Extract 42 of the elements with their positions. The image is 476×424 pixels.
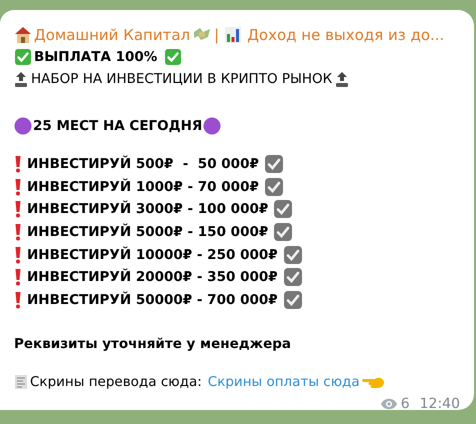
check-mark-icon bbox=[264, 176, 284, 197]
pointing-hand-icon bbox=[362, 375, 386, 390]
exclamation-icon bbox=[14, 155, 22, 174]
receipt-icon bbox=[14, 374, 28, 390]
payout-text: ВЫПЛАТА 100% bbox=[34, 48, 158, 67]
offer-text: ИНВЕСТИРУЙ 5000₽ - 150 000₽ bbox=[27, 222, 268, 242]
offer-text: ИНВЕСТИРУЙ 10000₽ - 250 000₽ bbox=[27, 246, 278, 265]
check-mark-icon bbox=[273, 199, 294, 220]
offer-text: ИНВЕСТИРУЙ 20000₽ - 350 000₽ bbox=[27, 268, 278, 288]
message-time: 12:40 bbox=[420, 395, 460, 414]
exclamation-icon bbox=[14, 268, 22, 286]
channel-name: Домашний Капитал bbox=[34, 25, 190, 46]
exclamation-icon bbox=[14, 178, 22, 196]
offer-text: ИНВЕСТИРУЙ 500₽ - 50 000₽ bbox=[27, 154, 259, 174]
check-mark-icon bbox=[282, 290, 303, 310]
circle-icon bbox=[14, 117, 32, 135]
check-mark-icon bbox=[14, 48, 32, 66]
check-mark-icon bbox=[273, 222, 294, 242]
screens-link[interactable]: Скрины оплаты сюда bbox=[208, 371, 360, 394]
recruit-text: НАБОР НА ИНВЕСТИЦИИ В КРИПТО РЫНОК bbox=[31, 70, 332, 89]
places-text: 25 МЕСТ НА СЕГОДНЯ bbox=[33, 117, 202, 136]
check-mark-icon bbox=[282, 267, 303, 288]
house-icon bbox=[14, 26, 32, 44]
title-separator: | bbox=[214, 25, 220, 46]
exclamation-icon bbox=[14, 223, 22, 242]
check-mark-icon bbox=[264, 154, 284, 174]
offer-text: ИНВЕСТИРУЙ 50000₽ - 700 000₽ bbox=[27, 290, 278, 310]
up-arrow-icon bbox=[14, 70, 28, 88]
screens-label: Скрины перевода сюда: bbox=[30, 373, 202, 392]
view-count: 6 bbox=[400, 395, 410, 414]
exclamation-icon bbox=[14, 200, 22, 218]
channel-title: Доход не выходя из до... bbox=[247, 25, 444, 46]
exclamation-icon bbox=[14, 290, 22, 309]
up-arrow-icon bbox=[335, 70, 350, 88]
exclamation-icon bbox=[14, 246, 22, 264]
check-mark-icon bbox=[282, 244, 303, 265]
offer-text: ИНВЕСТИРУЙ 1000₽ - 70 000₽ bbox=[27, 178, 259, 197]
check-mark-icon bbox=[164, 48, 182, 66]
offer-text: ИНВЕСТИРУЙ 3000₽ - 100 000₽ bbox=[27, 200, 268, 220]
details-text: Реквизиты уточняйте у менеджера bbox=[14, 335, 292, 354]
circle-icon bbox=[203, 117, 222, 135]
bar-chart-icon bbox=[224, 26, 242, 44]
